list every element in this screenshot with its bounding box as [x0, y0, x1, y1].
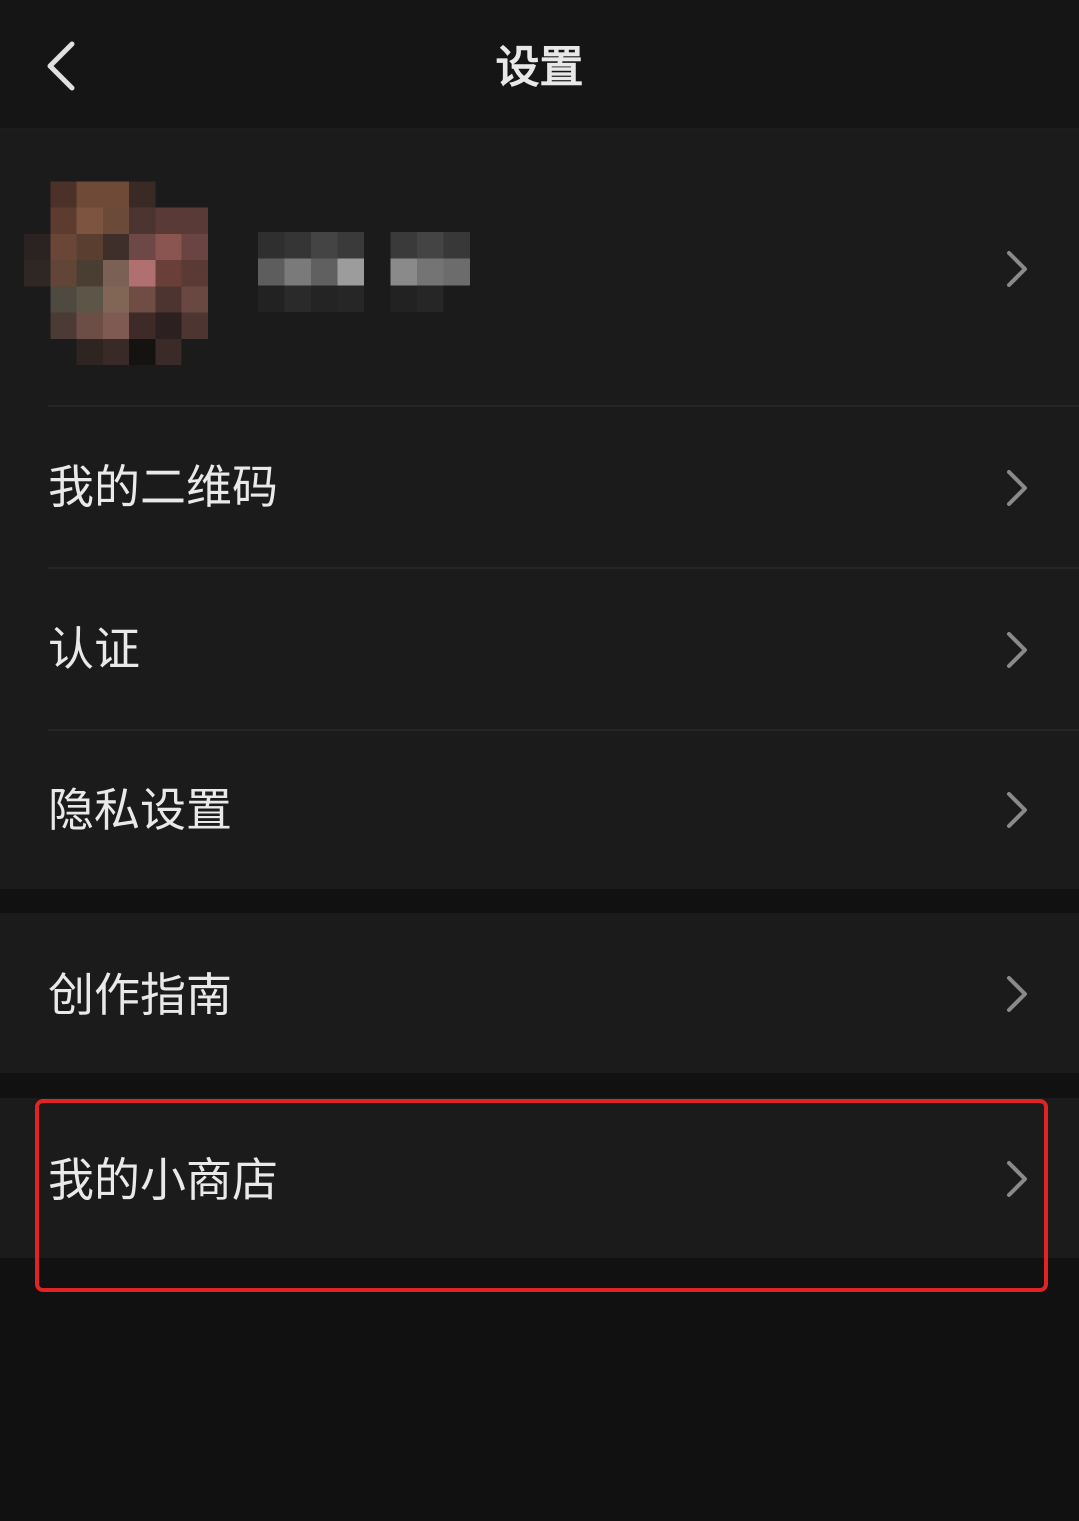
menu-item-privacy-settings[interactable]: 隐私设置	[0, 731, 1079, 889]
profile-name	[258, 232, 470, 312]
menu-item-label: 认证	[48, 622, 140, 676]
menu-item-label: 隐私设置	[48, 783, 232, 837]
menu-item-label: 我的二维码	[48, 460, 278, 514]
chevron-right-icon	[1007, 792, 1027, 828]
pixelated-avatar-icon	[24, 155, 234, 365]
settings-group-shop: 我的小商店	[0, 1098, 1079, 1258]
chevron-right-icon	[1007, 632, 1027, 668]
page-title: 设置	[495, 42, 584, 93]
settings-group-creator: 创作指南	[0, 913, 1079, 1073]
chevron-right-icon	[1007, 1161, 1027, 1197]
chevron-right-icon	[1007, 470, 1027, 506]
menu-item-creator-guide[interactable]: 创作指南	[0, 913, 1079, 1073]
menu-item-my-shop[interactable]: 我的小商店	[0, 1098, 1079, 1258]
avatar	[24, 155, 234, 365]
menu-item-qr-code[interactable]: 我的二维码	[0, 407, 1079, 567]
navigation-bar: 设置	[0, 0, 1079, 131]
pixelated-name-icon	[258, 232, 470, 312]
chevron-right-icon	[1007, 976, 1027, 1012]
menu-item-label: 我的小商店	[48, 1153, 278, 1207]
chevron-right-icon	[1007, 251, 1027, 287]
menu-item-verification[interactable]: 认证	[0, 569, 1079, 729]
menu-item-label: 创作指南	[48, 968, 232, 1022]
